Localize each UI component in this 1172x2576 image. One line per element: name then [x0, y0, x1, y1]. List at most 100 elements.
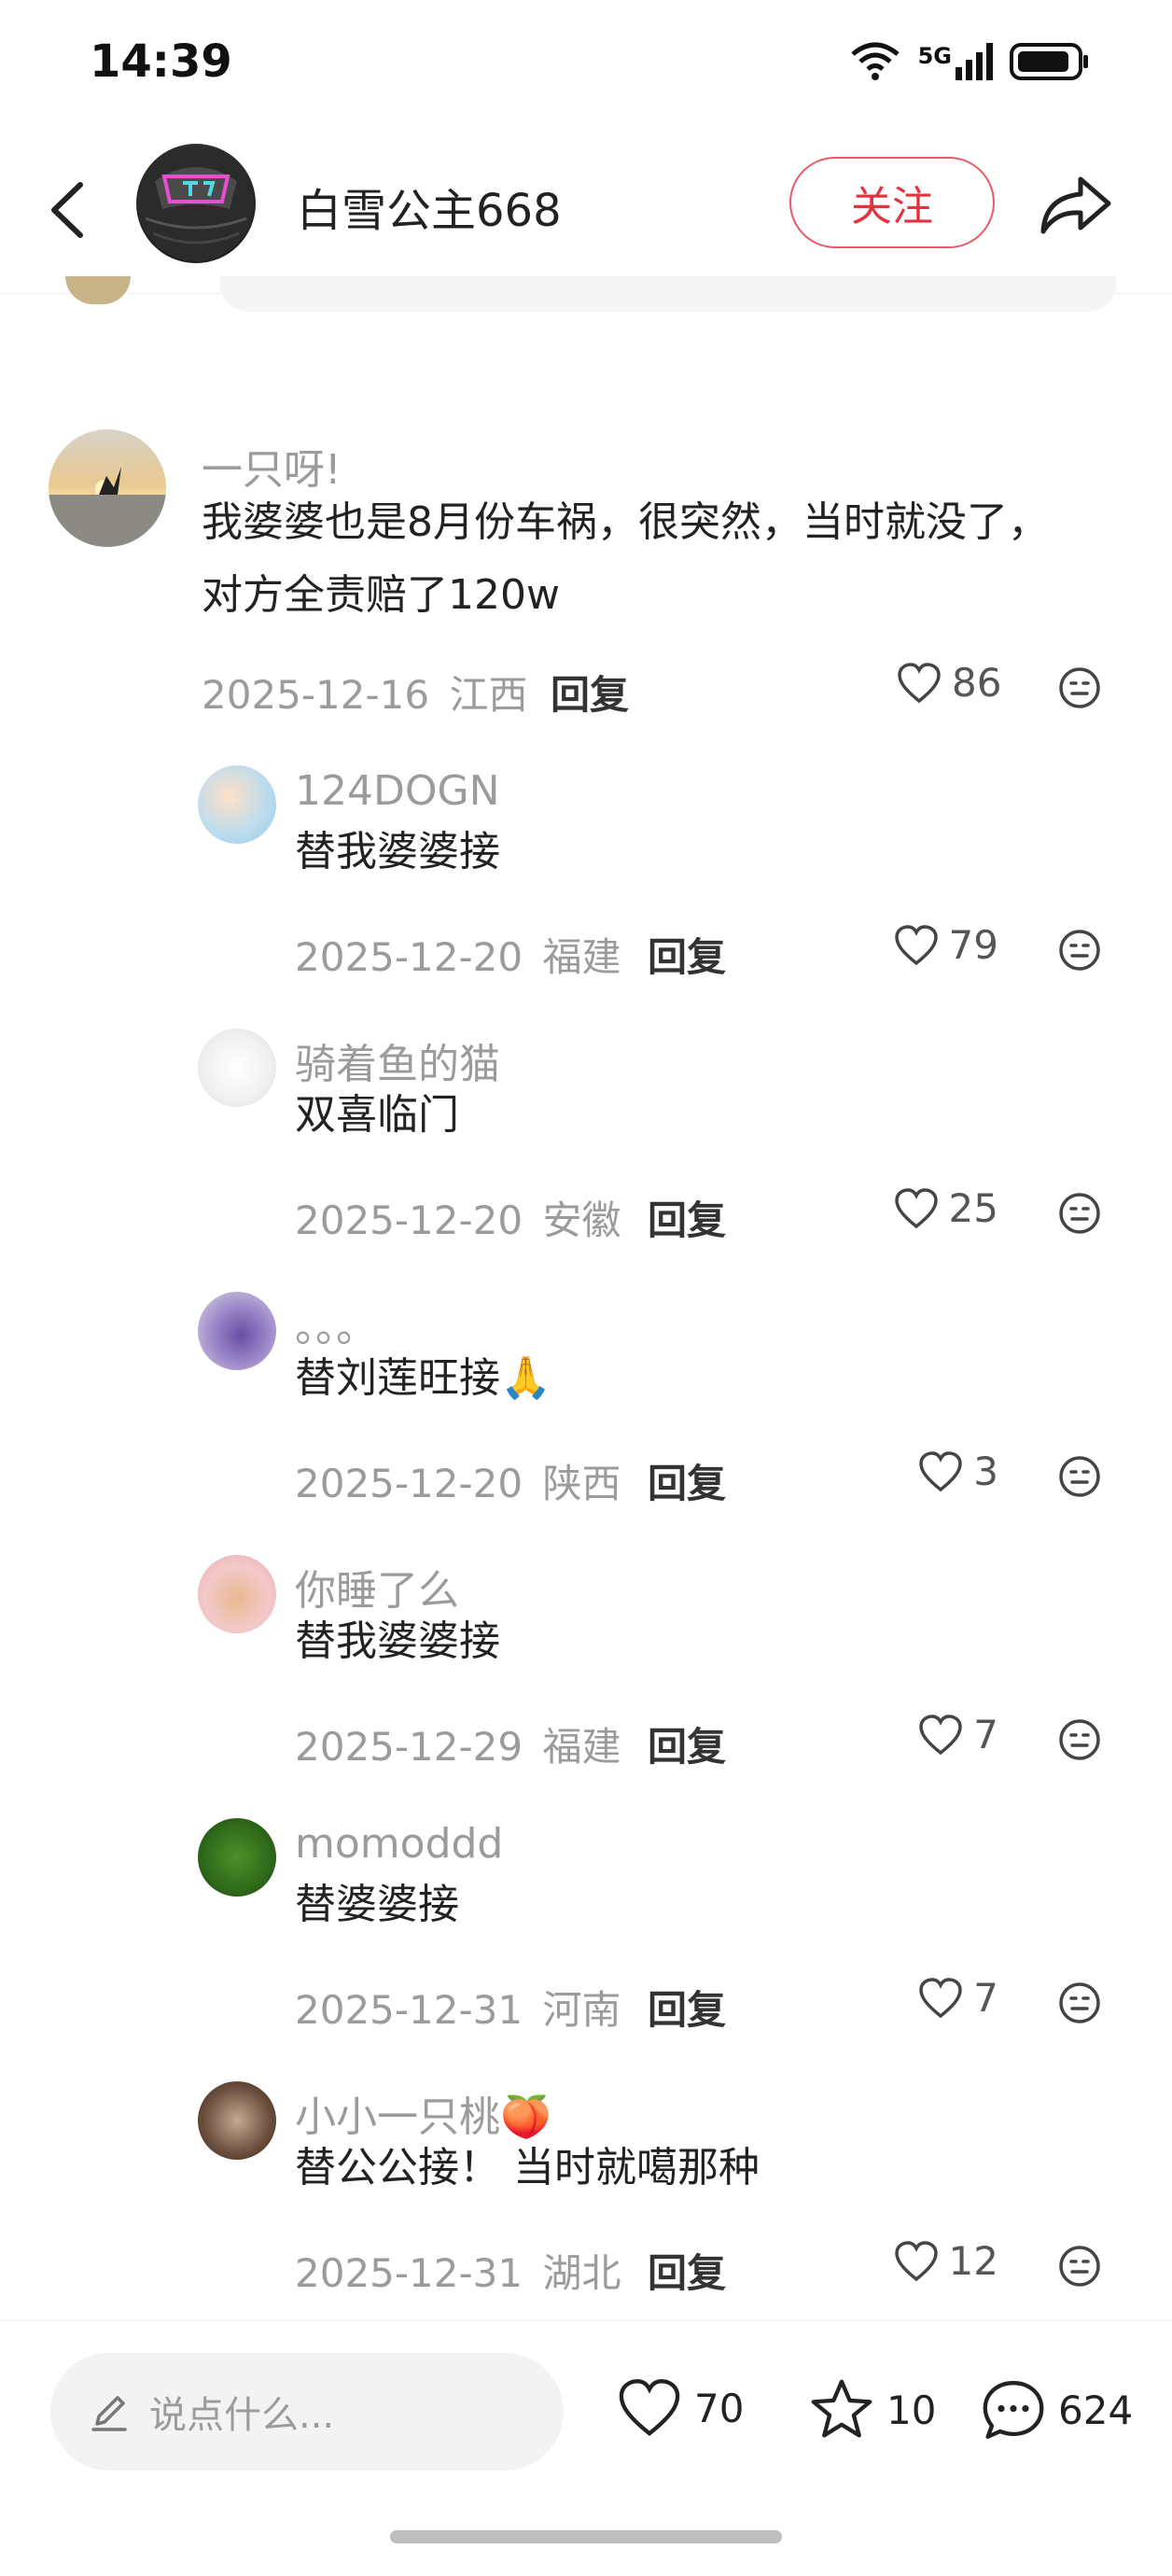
- reply-location: 福建: [542, 1724, 621, 1770]
- replier-avatar[interactable]: [198, 1292, 276, 1370]
- reply-meta: 2025-12-31 河南: [295, 1979, 621, 2036]
- comment-item: 一只呀! 我婆婆也是8月份车祸，很突然，当时就没了，对方全责赔了120w 202…: [0, 425, 1172, 723]
- reply-text[interactable]: 替公公接！ 当时就噶那种: [295, 2132, 1069, 2205]
- post-favorite-count: 10: [886, 2387, 937, 2433]
- reply-location: 湖北: [542, 2250, 621, 2296]
- reply-item: 小小一只桃🍑 替公公接！ 当时就噶那种 2025-12-31 湖北 回复 12: [0, 2053, 1172, 2317]
- previous-comment-avatar: [65, 276, 131, 304]
- status-bar: 14:39 5G: [0, 0, 1172, 131]
- reply-button[interactable]: 回复: [648, 1189, 726, 1246]
- heart-icon: [919, 1450, 963, 1491]
- post-favorite-button[interactable]: 10: [808, 2377, 936, 2443]
- reply-button[interactable]: 回复: [648, 1715, 726, 1772]
- emoji-reaction-icon[interactable]: [1057, 1454, 1102, 1499]
- like-count: 7: [973, 1975, 998, 2021]
- like-count: 3: [973, 1449, 998, 1494]
- reply-date: 2025-12-29: [295, 1724, 523, 1770]
- reply-text[interactable]: 双喜临门: [295, 1079, 1069, 1152]
- replier-avatar[interactable]: [198, 765, 276, 844]
- replier-avatar[interactable]: [198, 2081, 276, 2160]
- share-icon[interactable]: [1036, 166, 1114, 241]
- reply-button[interactable]: 回复: [648, 2242, 726, 2299]
- avatar-logo-icon: [138, 146, 254, 261]
- like-count: 79: [948, 922, 998, 968]
- emoji-reaction-icon[interactable]: [1057, 1981, 1102, 2025]
- follow-button[interactable]: 关注: [789, 157, 995, 248]
- reply-date: 2025-12-20: [295, 934, 523, 980]
- reply-button[interactable]: 回复: [551, 664, 629, 721]
- comment-text[interactable]: 我婆婆也是8月份车祸，很突然，当时就没了，对方全责赔了120w: [202, 486, 1069, 632]
- comment-bubble-icon: [983, 2381, 1044, 2439]
- comment-date: 2025-12-16: [202, 672, 430, 718]
- reply-button[interactable]: 回复: [648, 1452, 726, 1509]
- emoji-reaction-icon[interactable]: [1057, 2244, 1102, 2289]
- like-button[interactable]: 79: [893, 922, 998, 968]
- reply-item: 。。。 替刘莲旺接🙏 2025-12-20 陕西 回复 3: [0, 1264, 1172, 1527]
- replier-avatar[interactable]: [198, 1818, 276, 1897]
- heart-icon: [894, 2240, 938, 2281]
- reply-item: 骑着鱼的猫 双喜临门 2025-12-20 安徽 回复 25: [0, 1001, 1172, 1264]
- status-icons: 5G: [849, 41, 1090, 82]
- comment-input-placeholder: 说点什么...: [149, 2394, 335, 2437]
- comment-meta: 2025-12-16 江西: [202, 664, 527, 721]
- reply-text[interactable]: 替我婆婆接: [295, 1605, 1069, 1678]
- previous-comment-bubble: [220, 276, 1116, 312]
- reply-meta: 2025-12-20 陕西: [295, 1452, 621, 1509]
- network-type: 5G: [917, 43, 952, 69]
- reply-button[interactable]: 回复: [648, 1979, 726, 2036]
- pencil-icon: [91, 2396, 127, 2431]
- status-time: 14:39: [90, 35, 232, 88]
- reply-location: 河南: [542, 1987, 621, 2033]
- like-button[interactable]: 12: [893, 2238, 998, 2284]
- reply-date: 2025-12-31: [295, 1987, 523, 2033]
- reply-item: momoddd 替婆婆接 2025-12-31 河南 回复 7: [0, 1790, 1172, 2053]
- heart-icon: [919, 1977, 963, 2018]
- replier-name[interactable]: momoddd: [295, 1820, 503, 1868]
- star-icon: [811, 2379, 872, 2438]
- like-count: 25: [948, 1185, 998, 1231]
- replier-avatar[interactable]: [198, 1029, 276, 1107]
- post-comment-count: 624: [1058, 2387, 1134, 2433]
- battery-icon: [1010, 43, 1088, 80]
- reply-meta: 2025-12-29 福建: [295, 1715, 621, 1772]
- reply-item: 124DOGN 替我婆婆接 2025-12-20 福建 回复 79: [0, 737, 1172, 1001]
- emoji-reaction-icon[interactable]: [1057, 1717, 1102, 1762]
- like-count: 86: [952, 660, 1002, 706]
- like-count: 12: [948, 2238, 998, 2284]
- heart-icon: [894, 924, 938, 965]
- reply-date: 2025-12-31: [295, 2250, 523, 2296]
- like-button[interactable]: 7: [917, 1712, 998, 1757]
- emoji-reaction-icon[interactable]: [1057, 665, 1102, 710]
- author-name[interactable]: 白雪公主668: [297, 174, 562, 239]
- bottom-bar: 说点什么... 70 10 624: [0, 2320, 1172, 2576]
- post-like-button[interactable]: 70: [616, 2377, 744, 2439]
- commenter-avatar[interactable]: [49, 429, 166, 547]
- home-indicator[interactable]: [390, 2530, 782, 2543]
- like-button[interactable]: 86: [896, 660, 1001, 706]
- emoji-reaction-icon[interactable]: [1057, 928, 1102, 973]
- back-arrow-icon[interactable]: [41, 168, 97, 252]
- post-comment-button[interactable]: 624: [980, 2377, 1133, 2443]
- reply-text[interactable]: 替婆婆接: [295, 1869, 1069, 1941]
- wifi-icon: [850, 42, 900, 80]
- reply-location: 安徽: [542, 1197, 621, 1243]
- like-button[interactable]: 25: [893, 1185, 998, 1231]
- silhouette-icon: [49, 467, 166, 547]
- emoji-reaction-icon[interactable]: [1057, 1191, 1102, 1236]
- heart-icon: [898, 662, 941, 703]
- reply-date: 2025-12-20: [295, 1197, 523, 1243]
- reply-meta: 2025-12-20 福建: [295, 926, 621, 983]
- profile-header: 白雪公主668 关注: [0, 131, 1172, 294]
- comment-location: 江西: [449, 672, 528, 718]
- cellular-signal-icon: 5G: [918, 43, 993, 80]
- reply-text[interactable]: 替刘莲旺接🙏: [295, 1342, 1069, 1415]
- reply-button[interactable]: 回复: [648, 926, 726, 983]
- replier-name[interactable]: 124DOGN: [295, 767, 500, 815]
- author-avatar[interactable]: [136, 144, 256, 263]
- replier-avatar[interactable]: [198, 1555, 276, 1633]
- like-button[interactable]: 7: [917, 1975, 998, 2021]
- reply-location: 福建: [542, 934, 621, 980]
- like-button[interactable]: 3: [917, 1449, 998, 1494]
- reply-text[interactable]: 替我婆婆接: [295, 816, 1069, 889]
- comment-input[interactable]: 说点什么...: [50, 2353, 564, 2471]
